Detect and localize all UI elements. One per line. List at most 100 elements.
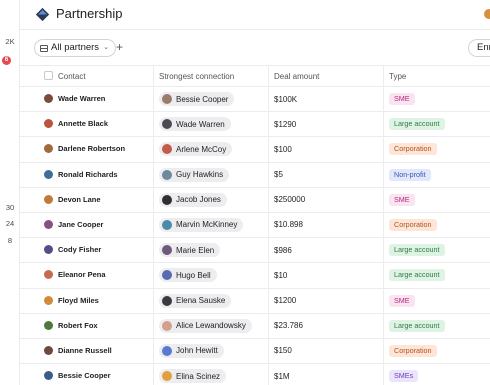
contact-cell[interactable]: Bessie Cooper — [44, 371, 111, 381]
contact-cell[interactable]: Dianne Russell — [44, 345, 112, 355]
connection-avatar — [162, 219, 172, 230]
deal-amount: $250000 — [274, 195, 306, 205]
table-row[interactable]: Eleanor Pena Hugo Bell $10 Large account — [20, 263, 490, 289]
contact-avatar — [44, 245, 53, 255]
type-tag[interactable]: Large account — [389, 269, 445, 282]
column-header-type[interactable]: Type — [389, 72, 406, 81]
contact-cell[interactable]: Devon Lane — [44, 194, 101, 204]
contact-avatar — [44, 320, 53, 330]
connection-chip[interactable]: Jacob Jones — [159, 192, 227, 207]
enrich-button[interactable]: Enri — [468, 39, 490, 57]
table-row[interactable]: Devon Lane Jacob Jones $250000 SME — [20, 187, 490, 213]
contact-cell[interactable]: Eleanor Pena — [44, 270, 106, 280]
connection-avatar — [162, 119, 172, 130]
contact-cell[interactable]: Floyd Miles — [44, 295, 99, 305]
connection-chip[interactable]: Hugo Bell — [159, 268, 217, 283]
contact-avatar — [44, 94, 53, 103]
column-header-contact[interactable]: Contact — [58, 72, 86, 81]
table-row[interactable]: Robert Fox Alice Lewandowsky $23.786 Large … — [20, 313, 490, 339]
deal-amount: $100 — [274, 144, 292, 154]
connection-chip[interactable]: Arlene McCoy — [159, 142, 233, 157]
table-row[interactable]: Floyd Miles Elena Sauske $1200 SME — [20, 288, 490, 314]
type-tag[interactable]: Corporation — [389, 143, 437, 156]
connection-avatar — [162, 270, 172, 281]
connection-name: Arlene McCoy — [176, 144, 227, 154]
table-row[interactable]: Dianne Russell John Hewitt $150 Corporation — [20, 338, 490, 365]
toolbar: All partners ⌄ + Enri — [20, 30, 490, 66]
connection-name: Hugo Bell — [176, 270, 211, 280]
connection-chip[interactable]: Marvin McKinney — [159, 217, 244, 232]
connection-chip[interactable]: Elena Sauske — [159, 293, 232, 308]
contact-name: Annette Black — [58, 119, 109, 129]
column-header-connection[interactable]: Strongest connection — [159, 72, 234, 81]
contact-avatar — [44, 169, 53, 179]
type-tag[interactable]: SME — [389, 193, 415, 206]
contact-name: Devon Lane — [58, 194, 101, 204]
type-tag[interactable]: Large account — [389, 319, 445, 332]
connection-avatar — [162, 345, 172, 356]
connection-name: John Hewitt — [176, 346, 218, 356]
contact-cell[interactable]: Darlene Robertson — [44, 144, 125, 154]
connection-name: Bessie Cooper — [176, 94, 229, 104]
connection-chip[interactable]: Alice Lewandowsky — [159, 318, 252, 333]
type-tag[interactable]: SME — [389, 93, 415, 105]
type-tag[interactable]: Large account — [389, 244, 445, 257]
deal-amount: $23.786 — [274, 321, 303, 331]
connection-name: Wade Warren — [176, 119, 225, 129]
user-avatar[interactable] — [484, 9, 490, 19]
connection-avatar — [162, 94, 172, 104]
connection-chip[interactable]: Bessie Cooper — [159, 92, 235, 106]
table-row[interactable]: Bessie Cooper Elina Scinez $1M SMEs — [20, 364, 490, 385]
contact-cell[interactable]: Ronald Richards — [44, 169, 118, 179]
table-row[interactable]: Cody Fisher Marie Elen $986 Large account — [20, 238, 490, 264]
connection-avatar — [162, 371, 172, 382]
contact-avatar — [44, 194, 53, 204]
contact-name: Robert Fox — [58, 320, 98, 330]
contact-cell[interactable]: Robert Fox — [44, 320, 98, 330]
contact-cell[interactable]: Annette Black — [44, 119, 109, 129]
table-header: Contact Strongest connection Deal amount… — [20, 66, 490, 87]
type-tag[interactable]: Corporation — [389, 344, 437, 357]
view-filter-dropdown[interactable]: All partners ⌄ — [34, 39, 116, 57]
table-row[interactable]: Jane Cooper Marvin McKinney $10.898 Corpora… — [20, 212, 490, 239]
contact-cell[interactable]: Jane Cooper — [44, 219, 103, 229]
deal-amount: $10.898 — [274, 220, 303, 230]
deal-amount: $10 — [274, 270, 288, 280]
rail-top-count: 2K — [5, 37, 15, 46]
deal-amount: $1200 — [274, 296, 297, 305]
type-tag[interactable]: Corporation — [389, 218, 437, 231]
table-body: Wade Warren Bessie Cooper $100K SME Annette … — [20, 87, 490, 385]
left-rail: 2K 6 30 24 8 — [0, 0, 20, 385]
view-filter-label: All partners — [51, 42, 100, 53]
chevron-down-icon: ⌄ — [103, 44, 109, 51]
contact-name: Cody Fisher — [58, 245, 102, 255]
column-header-deal-amount[interactable]: Deal amount — [274, 72, 319, 81]
table-row[interactable]: Ronald Richards Guy Hawkins $5 Non-profit — [20, 162, 490, 188]
contact-cell[interactable]: Wade Warren — [44, 94, 105, 103]
select-all-checkbox[interactable] — [44, 71, 53, 80]
type-tag[interactable]: Large account — [389, 118, 445, 131]
connection-chip[interactable]: Marie Elen — [159, 243, 221, 258]
connection-name: Jacob Jones — [176, 195, 221, 205]
connection-chip[interactable]: Guy Hawkins — [159, 167, 230, 182]
deal-amount: $5 — [274, 170, 283, 180]
connection-chip[interactable]: John Hewitt — [159, 343, 224, 358]
contact-cell[interactable]: Cody Fisher — [44, 245, 102, 255]
table-row[interactable]: Wade Warren Bessie Cooper $100K SME — [20, 87, 490, 113]
table-row[interactable]: Darlene Robertson Arlene McCoy $100 Corpora… — [20, 137, 490, 163]
contact-name: Floyd Miles — [58, 295, 99, 305]
connection-chip[interactable]: Wade Warren — [159, 117, 231, 132]
add-view-button[interactable]: + — [116, 40, 123, 54]
notification-badge[interactable]: 6 — [2, 56, 11, 65]
connection-name: Marie Elen — [176, 245, 215, 255]
table-row[interactable]: Annette Black Wade Warren $1290 Large accou… — [20, 112, 490, 138]
connection-avatar — [162, 144, 172, 155]
page-title: Partnership — [56, 6, 123, 21]
rail-count-2: 24 — [5, 219, 15, 228]
connection-avatar — [162, 245, 172, 256]
type-tag[interactable]: Non-profit — [389, 168, 431, 181]
type-tag[interactable]: SME — [389, 294, 415, 307]
type-tag[interactable]: SMEs — [389, 370, 419, 383]
connection-chip[interactable]: Elina Scinez — [159, 369, 227, 384]
contact-name: Eleanor Pena — [58, 270, 106, 280]
